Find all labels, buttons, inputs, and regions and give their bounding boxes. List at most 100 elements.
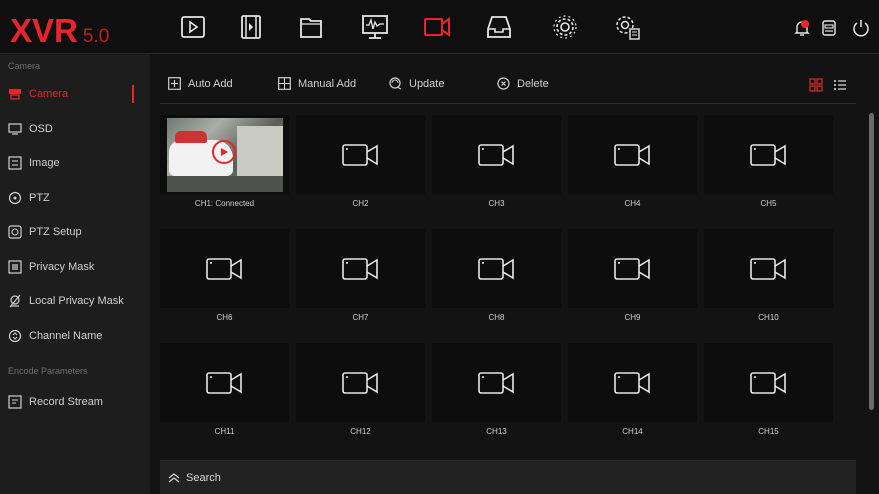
sidebar-item-label: OSD xyxy=(29,122,53,135)
search-button[interactable]: Search xyxy=(160,460,856,494)
channel-tile-ch11[interactable] xyxy=(160,343,289,422)
sidebar-item-ptz[interactable]: PTZ xyxy=(0,181,150,216)
channel-tile-ch12[interactable] xyxy=(296,343,425,422)
channel-tile-ch13[interactable] xyxy=(432,343,561,422)
logo-text: XVR xyxy=(10,12,78,49)
camera-placeholder-icon xyxy=(749,257,786,280)
camera-placeholder-icon xyxy=(613,371,650,394)
camera-placeholder-icon xyxy=(341,371,378,394)
grid-view-icon[interactable] xyxy=(809,78,823,92)
channel-label: CH13 xyxy=(486,427,507,436)
scrollbar[interactable] xyxy=(869,113,874,410)
channel-tile-ch7[interactable] xyxy=(296,229,425,308)
sidebar-item-local-privacy-mask[interactable]: Local Privacy Mask xyxy=(0,284,150,319)
channel-label: CH9 xyxy=(624,313,641,322)
sidebar-item-channel-name[interactable]: Channel Name xyxy=(0,319,150,354)
auto-add-button[interactable]: Auto Add xyxy=(168,77,233,90)
video-clip-icon[interactable] xyxy=(234,12,268,42)
sidebar-item-camera[interactable]: Camera xyxy=(0,77,150,112)
logo: XVR 5.0 xyxy=(10,12,109,50)
delete-button[interactable]: Delete xyxy=(497,77,549,90)
update-label: Update xyxy=(409,77,445,90)
camera-placeholder-icon xyxy=(341,257,378,280)
sidebar: Camera Camera OSD Image PTZ PTZ Setup Pr… xyxy=(0,55,150,494)
channel-tile-ch6[interactable] xyxy=(160,229,289,308)
top-bar: XVR 5.0 xyxy=(0,0,879,54)
channel-label: CH15 xyxy=(758,427,779,436)
sidebar-item-label: Privacy Mask xyxy=(29,260,95,273)
settings-icon[interactable] xyxy=(548,12,582,42)
channel-tile-ch10[interactable] xyxy=(704,229,833,308)
auto-add-label: Auto Add xyxy=(188,77,233,90)
search-label: Search xyxy=(186,471,221,484)
camera-placeholder-icon xyxy=(749,143,786,166)
sidebar-group-camera: Camera xyxy=(8,61,41,71)
camera-placeholder-icon xyxy=(477,257,514,280)
channel-label: CH14 xyxy=(622,427,643,436)
power-icon[interactable] xyxy=(851,18,871,38)
sidebar-item-label: PTZ xyxy=(29,191,50,204)
playback-icon[interactable] xyxy=(176,12,210,42)
sidebar-item-label: PTZ Setup xyxy=(29,226,82,239)
system-info-icon[interactable] xyxy=(358,12,392,42)
logo-version: 5.0 xyxy=(82,26,110,47)
advanced-settings-icon[interactable] xyxy=(610,12,644,42)
camera-icon xyxy=(9,89,21,100)
camera-placeholder-icon xyxy=(477,371,514,394)
sidebar-item-ptz-setup[interactable]: PTZ Setup xyxy=(0,215,150,250)
camera-placeholder-icon xyxy=(205,257,242,280)
sidebar-item-osd[interactable]: OSD xyxy=(0,112,150,147)
image-icon xyxy=(8,156,22,170)
sidebar-item-image[interactable]: Image xyxy=(0,146,150,181)
sidebar-item-label: Record Stream xyxy=(29,396,103,409)
channel-tile-ch8[interactable] xyxy=(432,229,561,308)
manual-add-label: Manual Add xyxy=(298,77,357,90)
chevrons-up-icon xyxy=(168,472,180,482)
record-stream-icon xyxy=(8,395,22,409)
active-indicator xyxy=(132,85,134,103)
channel-tile-ch2[interactable] xyxy=(296,115,425,194)
camera-placeholder-icon xyxy=(613,143,650,166)
camera-icon[interactable] xyxy=(420,12,454,42)
local-privacy-mask-icon xyxy=(9,294,21,308)
play-icon[interactable] xyxy=(211,139,236,164)
camera-placeholder-icon xyxy=(341,143,378,166)
update-icon xyxy=(389,77,402,90)
channel-tile-ch4[interactable] xyxy=(568,115,697,194)
sidebar-item-record-stream[interactable]: Record Stream xyxy=(0,385,150,420)
plus-box-icon xyxy=(168,77,181,90)
list-view-icon[interactable] xyxy=(833,78,847,92)
ptz-setup-icon xyxy=(8,225,22,239)
update-button[interactable]: Update xyxy=(389,77,444,90)
channel-tile-ch14[interactable] xyxy=(568,343,697,422)
channel-label: CH2 xyxy=(352,199,369,208)
channel-label: CH6 xyxy=(216,313,233,322)
channel-tile-ch3[interactable] xyxy=(432,115,561,194)
sidebar-item-label: Image xyxy=(29,157,60,170)
channel-tile-ch15[interactable] xyxy=(704,343,833,422)
channel-label: CH7 xyxy=(352,313,369,322)
privacy-mask-icon xyxy=(8,260,22,274)
channel-label: CH4 xyxy=(624,199,641,208)
channel-tile-ch5[interactable] xyxy=(704,115,833,194)
toolbar: Auto Add Manual Add Update Delete xyxy=(160,66,856,104)
camera-placeholder-icon xyxy=(477,143,514,166)
channel-label: CH11 xyxy=(214,427,235,436)
alarm-bell-icon[interactable] xyxy=(792,18,812,38)
sidebar-item-label: Local Privacy Mask xyxy=(29,295,124,308)
channel-label: CH1: Connected xyxy=(194,199,255,208)
channel-label: CH3 xyxy=(488,199,505,208)
channel-tile-ch1[interactable] xyxy=(160,115,289,194)
manual-add-button[interactable]: Manual Add xyxy=(278,77,356,90)
channel-label: CH5 xyxy=(760,199,777,208)
camera-placeholder-icon xyxy=(205,371,242,394)
sidebar-item-privacy-mask[interactable]: Privacy Mask xyxy=(0,250,150,285)
manual-add-icon xyxy=(278,77,291,90)
camera-placeholder-icon xyxy=(613,257,650,280)
storage-icon[interactable] xyxy=(482,12,516,42)
channel-label: CH8 xyxy=(488,313,505,322)
channel-tile-ch9[interactable] xyxy=(568,229,697,308)
sidebar-item-label: Channel Name xyxy=(29,329,103,342)
backup-icon[interactable] xyxy=(819,18,839,38)
folder-icon[interactable] xyxy=(294,12,328,42)
